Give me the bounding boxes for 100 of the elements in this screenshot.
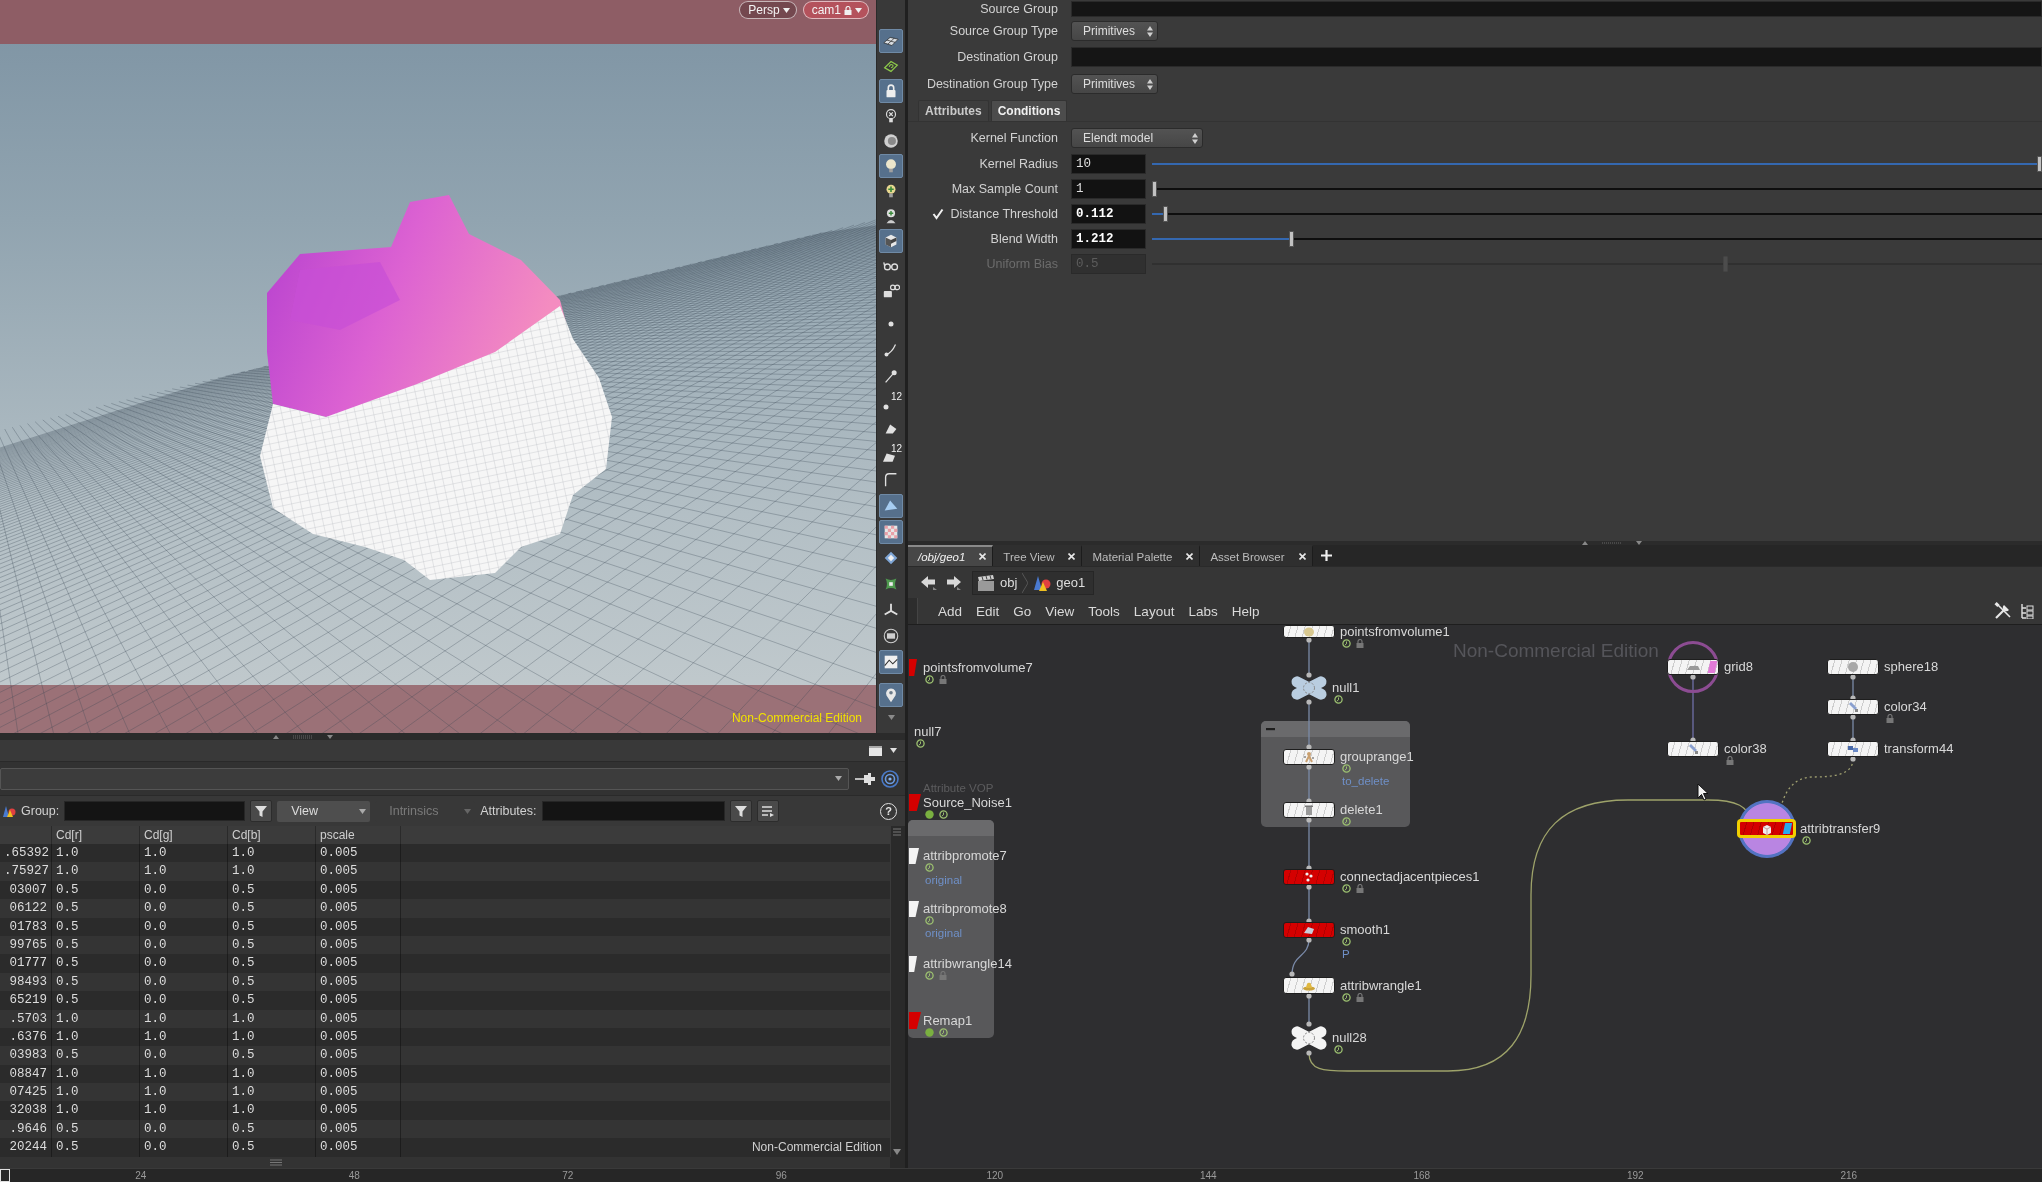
- viewport-tool-button[interactable]: [879, 79, 903, 103]
- node-name[interactable]: null1: [1332, 680, 1360, 696]
- node-tile[interactable]: [1283, 802, 1335, 818]
- menu-item[interactable]: Labs: [1188, 603, 1218, 619]
- breadcrumb[interactable]: obj: [977, 574, 1018, 591]
- breadcrumb[interactable]: geo1: [1033, 573, 1086, 592]
- pane-tab[interactable]: Tree View: [993, 545, 1083, 566]
- node-name[interactable]: smooth1: [1340, 922, 1390, 938]
- viewport-tool-button[interactable]: [879, 154, 903, 178]
- node-tile[interactable]: [909, 659, 917, 676]
- node-name[interactable]: attribpromote8: [923, 901, 1007, 917]
- number-field[interactable]: 1.212: [1071, 228, 1146, 249]
- node-name[interactable]: attribtransfer9: [1800, 820, 1881, 837]
- filter-button[interactable]: [250, 800, 273, 822]
- number-field[interactable]: 10: [1071, 153, 1146, 174]
- horizontal-scrollbar[interactable]: [0, 1157, 890, 1168]
- node-name[interactable]: grid8: [1724, 659, 1753, 675]
- dropdown-menu[interactable]: Elendt model: [1071, 128, 1203, 148]
- forward-button[interactable]: [944, 574, 962, 591]
- menu-item[interactable]: View: [1045, 603, 1075, 619]
- checkbox[interactable]: [932, 207, 944, 220]
- viewport-tool-button[interactable]: [879, 520, 903, 544]
- node-name[interactable]: connectadjacentpieces1: [1340, 869, 1480, 885]
- vertical-scrollbar[interactable]: [890, 826, 902, 1157]
- node-name[interactable]: Remap1: [923, 1012, 973, 1029]
- text-field[interactable]: [1071, 47, 2042, 67]
- menu-item[interactable]: Help: [1231, 603, 1260, 619]
- node-tile[interactable]: [1283, 869, 1335, 885]
- camera-menu-button[interactable]: cam1: [802, 1, 869, 19]
- filter-button[interactable]: [729, 800, 752, 822]
- number-field[interactable]: 1: [1071, 178, 1146, 199]
- node-name[interactable]: transform44: [1884, 741, 1954, 757]
- node-name[interactable]: null28: [1332, 1030, 1367, 1046]
- close-icon[interactable]: [979, 553, 987, 560]
- node-tile[interactable]: [1827, 741, 1879, 757]
- menu-handle[interactable]: [908, 598, 918, 624]
- node-name[interactable]: grouprange1: [1340, 749, 1414, 765]
- node-name[interactable]: attribwrangle14: [923, 956, 1012, 972]
- node-tile[interactable]: [909, 1012, 921, 1029]
- dropdown-menu[interactable]: Primitives: [1071, 21, 1158, 41]
- menu-item[interactable]: Edit: [976, 603, 1000, 619]
- node-tile[interactable]: [909, 956, 917, 972]
- menu-item[interactable]: Tools: [1088, 603, 1120, 619]
- link-button[interactable]: [881, 769, 899, 788]
- node-name[interactable]: color38: [1724, 741, 1767, 757]
- slider-thumb[interactable]: [1162, 205, 1168, 222]
- viewport-tool-button[interactable]: 12: [879, 390, 903, 414]
- pane-tab[interactable]: /obj/geo1: [908, 545, 994, 566]
- current-frame-marker[interactable]: [0, 1169, 10, 1182]
- group-field[interactable]: [64, 801, 246, 821]
- pane-menu-button[interactable]: [869, 745, 882, 756]
- slider-thumb[interactable]: [1152, 180, 1157, 197]
- timeline-ruler[interactable]: 24 48 72 96 120 144 168 192 216: [0, 1168, 2042, 1182]
- node-tile[interactable]: [909, 794, 921, 811]
- node-tile[interactable]: [1667, 741, 1719, 757]
- node-name[interactable]: Source_Noise1: [923, 794, 1012, 811]
- menu-item[interactable]: Go: [1013, 603, 1032, 619]
- view-menu-button[interactable]: Persp: [739, 1, 797, 19]
- tree-list-button[interactable]: [2020, 603, 2034, 619]
- node-tile[interactable]: [1827, 659, 1879, 675]
- back-button[interactable]: [920, 574, 938, 591]
- node-name[interactable]: delete1: [1340, 802, 1383, 818]
- viewport-tool-button[interactable]: [879, 229, 903, 253]
- node-tile[interactable]: [1283, 922, 1335, 938]
- slider-thumb[interactable]: [2037, 155, 2042, 172]
- node-tile[interactable]: [1283, 977, 1335, 994]
- pane-tab[interactable]: Material Palette: [1082, 545, 1201, 566]
- node-name[interactable]: null7: [914, 724, 942, 740]
- close-icon[interactable]: [1186, 553, 1194, 560]
- node-name[interactable]: pointsfromvolume7: [923, 659, 1033, 676]
- close-icon[interactable]: [1068, 553, 1076, 560]
- number-field[interactable]: 0.112: [1071, 203, 1146, 224]
- close-icon[interactable]: [1298, 553, 1306, 560]
- text-field[interactable]: [1071, 1, 2042, 17]
- menu-item[interactable]: Add: [938, 603, 963, 619]
- attributes-field[interactable]: [541, 801, 725, 821]
- pin-button[interactable]: [855, 771, 875, 786]
- node-name[interactable]: pointsfromvolume1: [1340, 625, 1450, 640]
- parameter-tab[interactable]: Conditions: [990, 100, 1068, 121]
- node-tile[interactable]: [1667, 659, 1719, 675]
- node-name[interactable]: color34: [1884, 699, 1927, 715]
- dropdown-menu[interactable]: Primitives: [1071, 74, 1158, 94]
- view-dropdown[interactable]: View: [277, 800, 371, 822]
- network-canvas[interactable]: [908, 625, 2042, 1168]
- viewport-tool-button[interactable]: [879, 650, 903, 674]
- collapse-icon[interactable]: [1266, 727, 1275, 731]
- pane-tab[interactable]: Asset Browser: [1200, 545, 1313, 566]
- node-tile[interactable]: [909, 901, 919, 917]
- node-name[interactable]: sphere18: [1884, 659, 1939, 675]
- parameter-tab[interactable]: Attributes: [918, 100, 989, 121]
- viewport-tool-button[interactable]: 12: [879, 442, 903, 466]
- menu-item[interactable]: Layout: [1133, 603, 1175, 619]
- node-tile[interactable]: [1283, 749, 1335, 765]
- viewport-tool-button[interactable]: [879, 683, 903, 707]
- 3d-viewport[interactable]: Persp cam1 Non-Commercial Edition: [0, 0, 876, 733]
- tools-button[interactable]: [1994, 602, 2012, 620]
- viewport-tool-button[interactable]: [879, 29, 903, 53]
- column-list-button[interactable]: [756, 800, 779, 822]
- node-tile[interactable]: [1827, 699, 1879, 715]
- slider-thumb[interactable]: [1289, 230, 1295, 247]
